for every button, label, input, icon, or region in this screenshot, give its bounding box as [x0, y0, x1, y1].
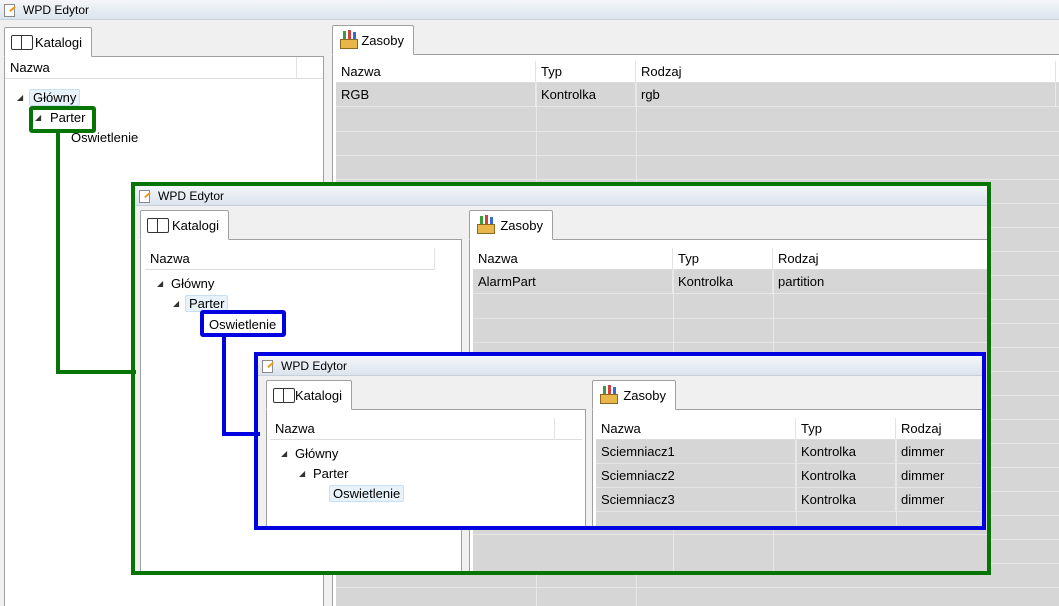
table-row[interactable]: Sciemniacz3 Kontrolka dimmer [596, 488, 982, 512]
app-icon [138, 189, 151, 203]
cell-name: RGB [336, 83, 536, 107]
connector-line-blue [222, 335, 226, 436]
nested-window-level3: WPD Edytor Katalogi Nazwa ◢ Główny ◢ Par… [258, 356, 982, 526]
cell-name: AlarmPart [473, 270, 673, 294]
grid-line [336, 587, 1059, 588]
book-icon [147, 218, 170, 233]
table-row[interactable]: Sciemniacz1 Kontrolka dimmer [596, 440, 982, 464]
cell-name: Sciemniacz2 [596, 464, 796, 488]
resources-icon [339, 30, 358, 50]
grid-header: Nazwa Typ Rodzaj [596, 418, 982, 440]
connector-line-green [56, 131, 60, 374]
column-header-rodzaj[interactable]: Rodzaj [896, 418, 982, 440]
cell-name: Sciemniacz3 [596, 488, 796, 512]
cell-kind: dimmer [896, 488, 982, 512]
connector-line-blue [222, 432, 260, 436]
column-header-typ[interactable]: Typ [673, 248, 773, 270]
tab-katalogi[interactable]: Katalogi [140, 210, 229, 240]
column-header-nazwa[interactable]: Nazwa [336, 61, 536, 83]
cell-kind: rgb [636, 83, 1056, 107]
expand-arrow-icon[interactable]: ◢ [281, 445, 287, 463]
cell-type: Kontrolka [673, 270, 773, 294]
tab-katalogi-label: Katalogi [295, 387, 342, 403]
cell-type: Kontrolka [796, 488, 896, 512]
cell-type: Kontrolka [536, 83, 636, 107]
tree-header-name[interactable]: Nazwa [5, 57, 297, 79]
app-icon [261, 359, 274, 373]
resources-grid: Nazwa Typ Rodzaj Sciemniacz1 Kontrolka d… [596, 418, 982, 526]
table-row[interactable]: RGB Kontrolka rgb [336, 83, 1059, 107]
column-header-rodzaj[interactable]: Rodzaj [773, 248, 987, 270]
tree-header-name[interactable]: Nazwa [145, 248, 435, 270]
resources-icon [476, 215, 495, 235]
tab-zasoby-label: Zasoby [623, 387, 666, 403]
cell-kind: dimmer [896, 440, 982, 464]
tab-katalogi[interactable]: Katalogi [4, 27, 92, 57]
grid-line [896, 440, 897, 526]
column-header-nazwa[interactable]: Nazwa [596, 418, 796, 440]
tree-node-oswietlenie[interactable]: Oswietlenie [329, 485, 405, 503]
window-title: WPD Edytor [158, 188, 225, 203]
expand-arrow-icon[interactable]: ◢ [299, 465, 305, 483]
grid-line [473, 318, 987, 319]
resources-icon [599, 385, 618, 405]
resources-panel: Nazwa Typ Rodzaj Sciemniacz1 Kontrolka d… [592, 409, 982, 526]
column-header-nazwa[interactable]: Nazwa [473, 248, 673, 270]
title-bar: WPD Edytor [135, 186, 987, 206]
highlight-oswietlenie [200, 310, 286, 337]
expand-arrow-icon[interactable]: ◢ [17, 89, 23, 107]
table-row[interactable]: AlarmPart Kontrolka partition [473, 270, 987, 294]
tab-katalogi-label: Katalogi [172, 217, 219, 233]
cell-kind: dimmer [896, 464, 982, 488]
tab-zasoby[interactable]: Zasoby [332, 25, 414, 55]
column-header-typ[interactable]: Typ [796, 418, 896, 440]
tree-header: Nazwa [145, 248, 435, 270]
tab-zasoby-label: Zasoby [361, 32, 404, 48]
tab-zasoby-label: Zasoby [500, 217, 543, 233]
title-bar: WPD Edytor [258, 356, 982, 376]
tab-zasoby[interactable]: Zasoby [469, 210, 553, 240]
grid-header: Nazwa Typ Rodzaj [473, 248, 987, 270]
table-row[interactable]: Sciemniacz2 Kontrolka dimmer [596, 464, 982, 488]
book-icon [11, 35, 34, 50]
window-title: WPD Edytor [23, 2, 90, 17]
tree-header: Nazwa [270, 418, 582, 440]
grid-line [336, 179, 1059, 180]
tree-node-glowny[interactable]: ◢ Główny [281, 445, 338, 463]
highlight-parter [29, 106, 96, 133]
tab-zasoby[interactable]: Zasoby [592, 380, 676, 410]
expand-arrow-icon[interactable]: ◢ [157, 275, 163, 293]
grid-header: Nazwa Typ Rodzaj [336, 61, 1059, 83]
grid-line [473, 342, 987, 343]
window-title: WPD Edytor [281, 358, 348, 373]
grid-line [796, 440, 797, 526]
column-header-typ[interactable]: Typ [536, 61, 636, 83]
tree-node-parter[interactable]: ◢ Parter [299, 465, 348, 483]
grid-line [336, 155, 1059, 156]
grid-line [473, 534, 987, 535]
cell-type: Kontrolka [796, 464, 896, 488]
app-icon [3, 3, 16, 17]
tab-katalogi-label: Katalogi [35, 34, 82, 50]
grid-line [336, 131, 1059, 132]
tab-katalogi[interactable]: Katalogi [266, 380, 352, 410]
catalog-panel: Nazwa ◢ Główny ◢ Parter Oswietlenie [266, 409, 586, 526]
cell-kind: partition [773, 270, 987, 294]
tree-header: Nazwa [5, 57, 323, 79]
tree-header-name[interactable]: Nazwa [270, 418, 555, 440]
book-icon [273, 388, 296, 403]
column-header-rodzaj[interactable]: Rodzaj [636, 61, 1056, 83]
connector-line-green [56, 370, 136, 374]
expand-arrow-icon[interactable]: ◢ [173, 295, 179, 313]
cell-type: Kontrolka [796, 440, 896, 464]
cell-name: Sciemniacz1 [596, 440, 796, 464]
tree-node-glowny[interactable]: ◢ Główny [157, 275, 214, 293]
tree-node-glowny[interactable]: ◢ Główny [17, 89, 81, 107]
title-bar: WPD Edytor [0, 0, 1059, 20]
